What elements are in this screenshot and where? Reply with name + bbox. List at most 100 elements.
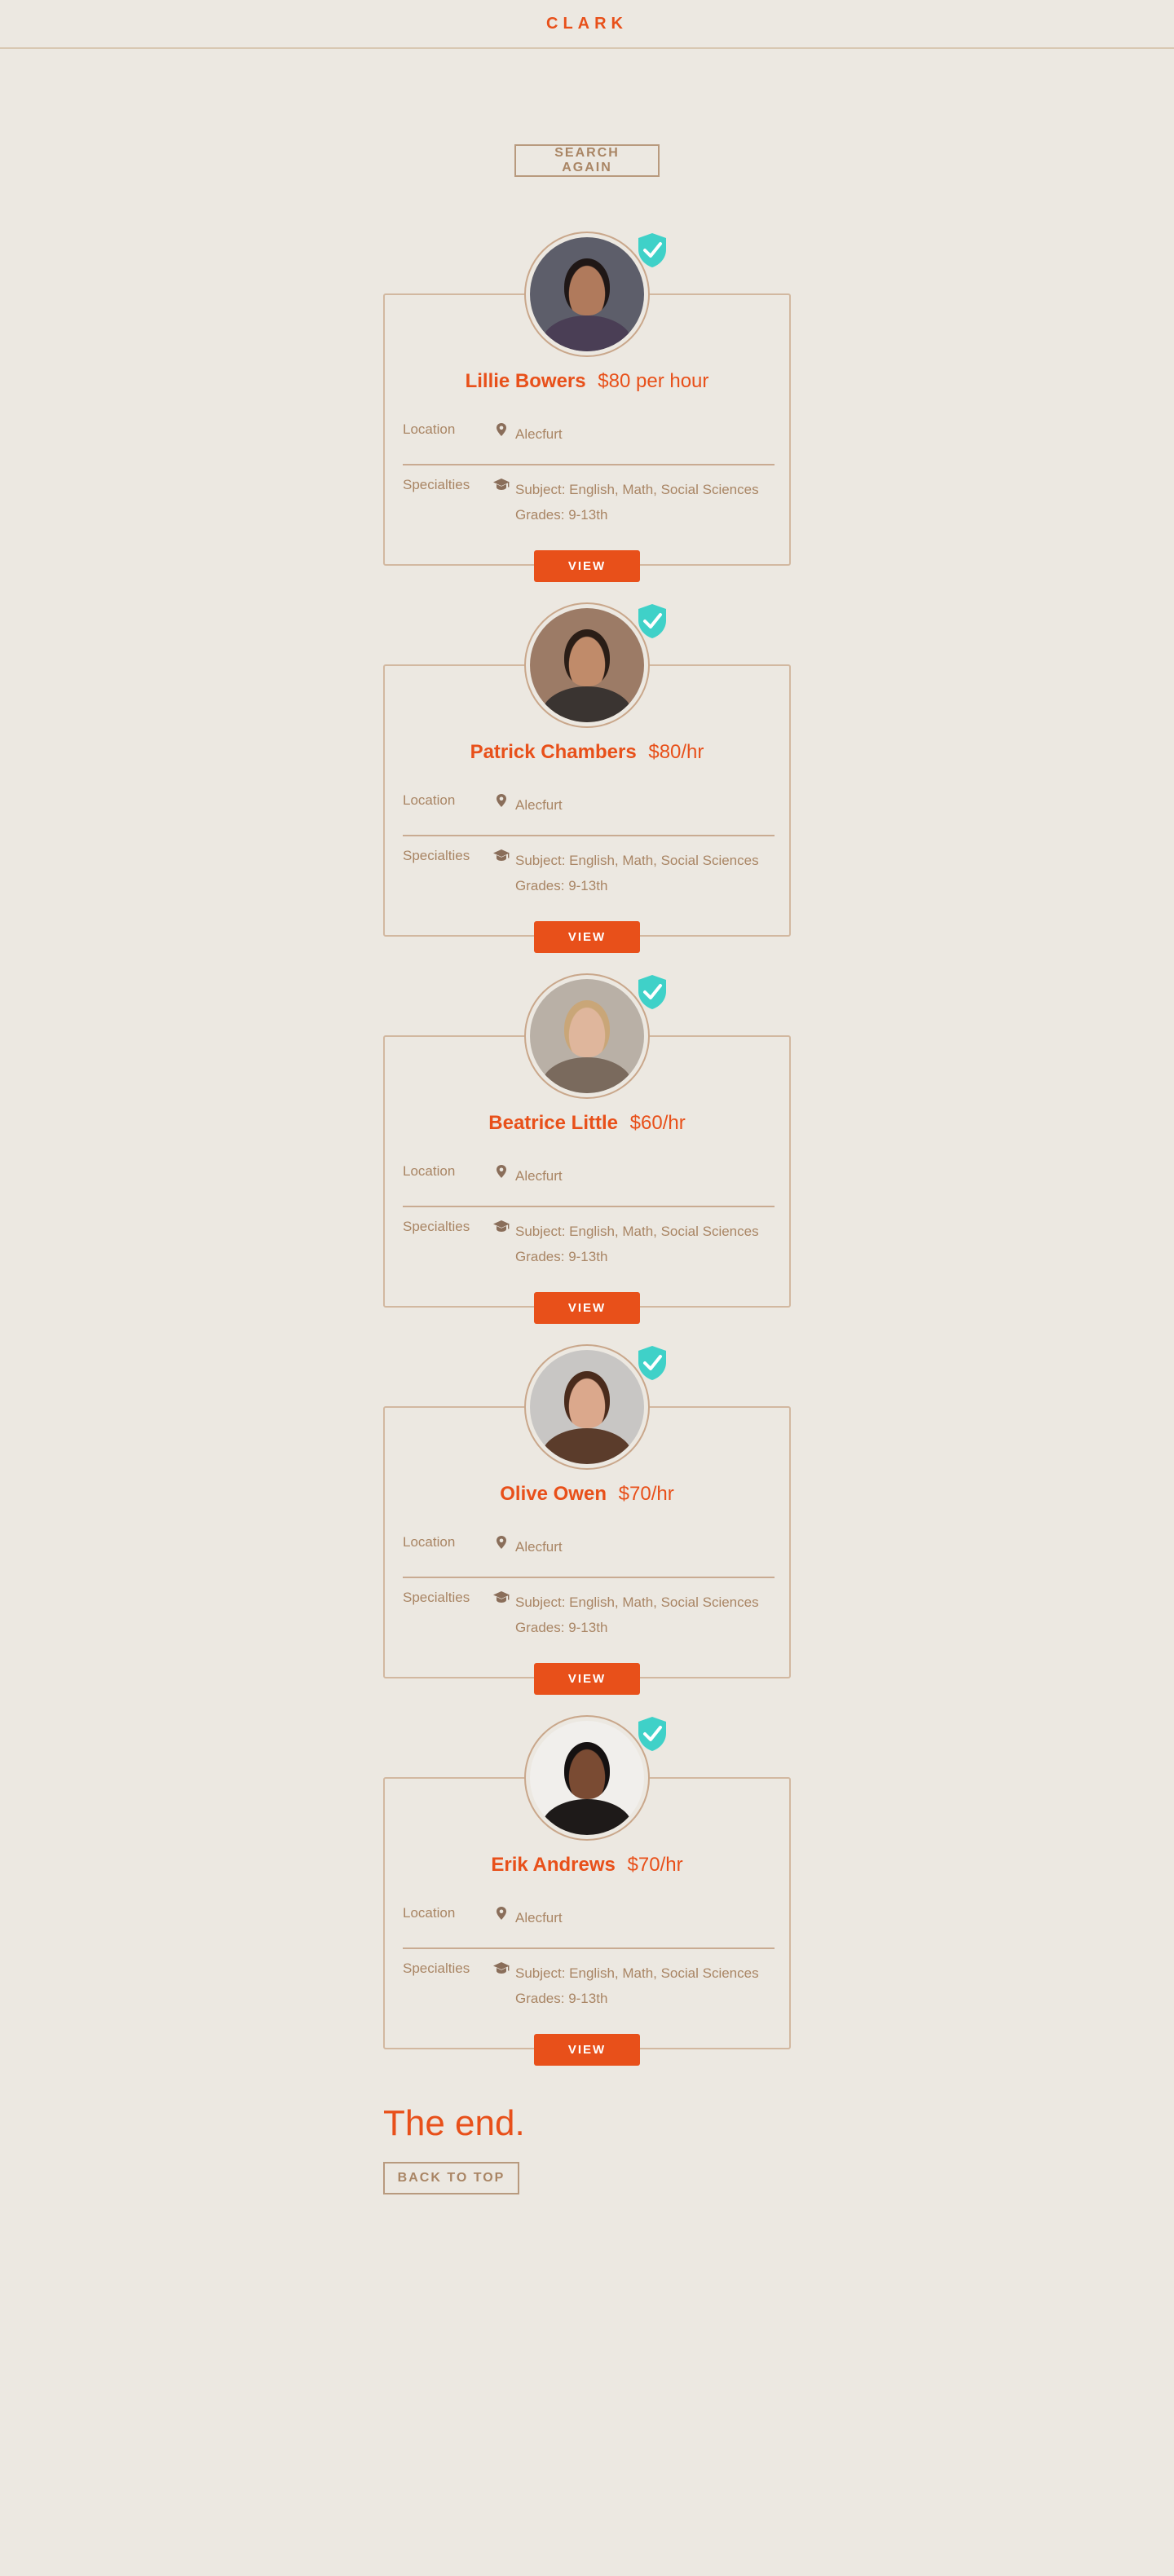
tutor-item: Olive Owen $70/hr Location Alecfurt Spec…: [383, 1344, 791, 1715]
specialties-value: Subject: English, Math, Social Sciences …: [515, 1961, 759, 2011]
grades-text: Grades: 9-13th: [515, 1249, 608, 1264]
tutor-title-row: Lillie Bowers $80 per hour: [385, 370, 789, 393]
location-row: Location Alecfurt: [403, 792, 775, 818]
map-pin-icon: [488, 1163, 515, 1189]
tutor-rate: $70/hr: [618, 1483, 674, 1505]
tutor-rate: $70/hr: [627, 1854, 683, 1876]
tutor-list: Lillie Bowers $80 per hour Location Alec…: [383, 232, 791, 2086]
tutor-name: Olive Owen: [500, 1483, 607, 1505]
avatar-body: [541, 1428, 633, 1464]
avatar-frame: [524, 973, 650, 1099]
location-label: Location: [403, 1905, 456, 1921]
location-label: Location: [403, 1534, 456, 1550]
grades-text: Grades: 9-13th: [515, 1991, 608, 2006]
search-again-wrapper: SEARCH AGAIN: [0, 144, 1174, 177]
grades-text: Grades: 9-13th: [515, 878, 608, 893]
avatar-head: [564, 629, 610, 686]
avatar: [530, 979, 644, 1093]
graduation-cap-icon: [488, 848, 515, 898]
location-value: Alecfurt: [515, 1168, 563, 1184]
graduation-cap-icon: [488, 1590, 515, 1640]
location-row: Location Alecfurt: [403, 1905, 775, 1930]
specialties-value: Subject: English, Math, Social Sciences …: [515, 1590, 759, 1640]
verified-shield-check-icon: [638, 975, 666, 1009]
tutor-rate: $60/hr: [629, 1112, 686, 1134]
card-divider: [403, 1577, 775, 1578]
avatar: [530, 1350, 644, 1464]
specialties-row: Specialties Subject: English, Math, Soci…: [403, 1219, 775, 1269]
map-pin-icon: [488, 792, 515, 818]
card-divider: [403, 835, 775, 836]
tutor-title-row: Beatrice Little $60/hr: [385, 1112, 789, 1135]
graduation-cap-icon: [488, 1219, 515, 1269]
card-divider: [403, 1206, 775, 1207]
location-row: Location Alecfurt: [403, 1163, 775, 1189]
specialties-row: Specialties Subject: English, Math, Soci…: [403, 1961, 775, 2011]
tutor-title-row: Olive Owen $70/hr: [385, 1483, 789, 1506]
view-button[interactable]: VIEW: [534, 1663, 640, 1695]
grades-text: Grades: 9-13th: [515, 507, 608, 523]
avatar-frame: [524, 1344, 650, 1470]
verified-shield-check-icon: [638, 1346, 666, 1380]
avatar-head: [564, 1000, 610, 1057]
avatar-frame: [524, 602, 650, 728]
tutor-rate: $80/hr: [648, 741, 704, 763]
avatar-head: [564, 1371, 610, 1428]
search-again-button[interactable]: SEARCH AGAIN: [514, 144, 660, 177]
specialties-row: Specialties Subject: English, Math, Soci…: [403, 477, 775, 527]
subject-text: Subject: English, Math, Social Sciences: [515, 1224, 759, 1239]
map-pin-icon: [488, 1534, 515, 1559]
tutor-item: Beatrice Little $60/hr Location Alecfurt…: [383, 973, 791, 1344]
avatar: [530, 237, 644, 351]
tutor-name: Patrick Chambers: [470, 741, 637, 763]
location-row: Location Alecfurt: [403, 1534, 775, 1559]
specialties-value: Subject: English, Math, Social Sciences …: [515, 1219, 759, 1269]
graduation-cap-icon: [488, 1961, 515, 2011]
verified-shield-check-icon: [638, 1717, 666, 1751]
location-label: Location: [403, 421, 456, 437]
tutor-rate: $80 per hour: [598, 370, 709, 392]
back-to-top-button[interactable]: BACK TO TOP: [383, 2162, 519, 2194]
location-label: Location: [403, 1163, 456, 1179]
map-pin-icon: [488, 1905, 515, 1930]
grades-text: Grades: 9-13th: [515, 1620, 608, 1635]
specialties-label: Specialties: [403, 1590, 470, 1605]
specialties-value: Subject: English, Math, Social Sciences …: [515, 848, 759, 898]
avatar-head: [564, 258, 610, 315]
subject-text: Subject: English, Math, Social Sciences: [515, 1595, 759, 1610]
subject-text: Subject: English, Math, Social Sciences: [515, 1965, 759, 1981]
specialties-label: Specialties: [403, 477, 470, 492]
verified-shield-check-icon: [638, 233, 666, 267]
location-label: Location: [403, 792, 456, 808]
location-value: Alecfurt: [515, 1910, 563, 1925]
avatar: [530, 608, 644, 722]
verified-shield-check-icon: [638, 604, 666, 638]
view-button[interactable]: VIEW: [534, 1292, 640, 1324]
view-button[interactable]: VIEW: [534, 550, 640, 582]
specialties-label: Specialties: [403, 1961, 470, 1976]
avatar-body: [541, 1799, 633, 1835]
tutor-name: Beatrice Little: [488, 1112, 618, 1134]
location-row: Location Alecfurt: [403, 421, 775, 447]
avatar-body: [541, 315, 633, 351]
brand-logo[interactable]: CLARK: [546, 15, 628, 33]
specialties-label: Specialties: [403, 848, 470, 863]
graduation-cap-icon: [488, 477, 515, 527]
specialties-value: Subject: English, Math, Social Sciences …: [515, 477, 759, 527]
view-button[interactable]: VIEW: [534, 921, 640, 953]
specialties-label: Specialties: [403, 1219, 470, 1234]
tutor-item: Erik Andrews $70/hr Location Alecfurt Sp…: [383, 1715, 791, 2086]
tutor-title-row: Erik Andrews $70/hr: [385, 1854, 789, 1877]
location-value: Alecfurt: [515, 797, 563, 813]
avatar-body: [541, 1057, 633, 1093]
location-value: Alecfurt: [515, 426, 563, 442]
card-divider: [403, 464, 775, 465]
tutor-name: Lillie Bowers: [465, 370, 586, 392]
specialties-row: Specialties Subject: English, Math, Soci…: [403, 848, 775, 898]
avatar: [530, 1721, 644, 1835]
view-button[interactable]: VIEW: [534, 2034, 640, 2066]
map-pin-icon: [488, 421, 515, 447]
location-value: Alecfurt: [515, 1539, 563, 1555]
tutor-item: Patrick Chambers $80/hr Location Alecfur…: [383, 602, 791, 973]
avatar-body: [541, 686, 633, 722]
